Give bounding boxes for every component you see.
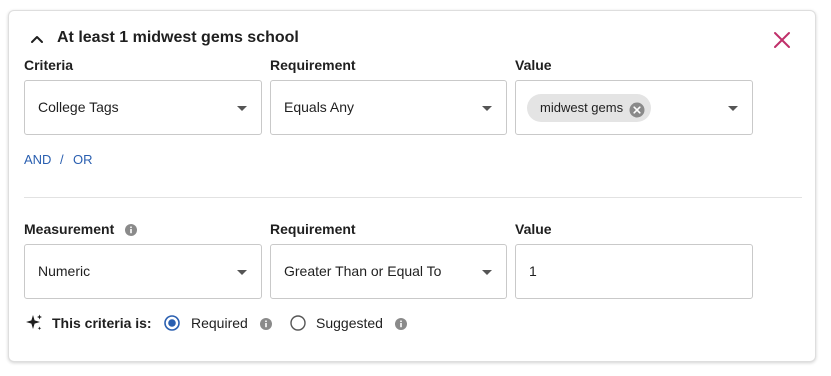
value-multiselect[interactable]: midwest gems (515, 80, 753, 135)
suggested-label[interactable]: Suggested (316, 315, 383, 331)
requirement-select-value-2: Greater Than or Equal To (284, 263, 442, 279)
chevron-up-icon[interactable] (29, 31, 45, 47)
required-radio[interactable] (164, 315, 180, 331)
caret-down-icon (482, 106, 492, 111)
suggested-radio[interactable] (290, 315, 306, 331)
caret-down-icon (237, 270, 247, 275)
logic-separator: / (60, 152, 64, 167)
caret-down-icon (728, 106, 738, 111)
value-label: Value (515, 57, 552, 73)
requirement-select-value: Equals Any (284, 99, 355, 115)
criteria-label: Criteria (24, 57, 74, 73)
measurement-select-value: Numeric (38, 263, 91, 279)
requirement-select[interactable]: Equals Any (270, 80, 507, 135)
card-title: At least 1 midwest gems school (57, 29, 299, 46)
remove-chip-icon[interactable] (629, 100, 645, 118)
value-chip-label: midwest gems (540, 100, 624, 115)
section-divider (24, 197, 802, 198)
measurement-select[interactable]: Numeric (24, 244, 262, 299)
requirement-label: Requirement (270, 57, 356, 73)
value-input[interactable]: 1 (515, 244, 753, 299)
info-icon[interactable] (395, 317, 407, 330)
required-label[interactable]: Required (191, 315, 248, 331)
requirement-select-2[interactable]: Greater Than or Equal To (270, 244, 507, 299)
value-chip: midwest gems (527, 94, 652, 122)
criteria-select[interactable]: College Tags (24, 80, 262, 135)
close-icon[interactable] (771, 29, 793, 51)
info-icon[interactable] (260, 317, 272, 330)
and-link[interactable]: AND (24, 152, 51, 167)
criteria-card: At least 1 midwest gems school Criteria … (8, 10, 816, 362)
caret-down-icon (237, 106, 247, 111)
sparkle-icon (24, 313, 44, 333)
value-label-2: Value (515, 221, 552, 237)
requirement-label-2: Requirement (270, 221, 356, 237)
measurement-label: Measurement (24, 221, 115, 237)
criteria-select-value: College Tags (38, 99, 119, 115)
value-input-text: 1 (529, 263, 537, 279)
or-link[interactable]: OR (73, 152, 93, 167)
info-icon[interactable] (125, 223, 137, 236)
caret-down-icon (482, 270, 492, 275)
criteria-type-label: This criteria is: (52, 315, 152, 331)
